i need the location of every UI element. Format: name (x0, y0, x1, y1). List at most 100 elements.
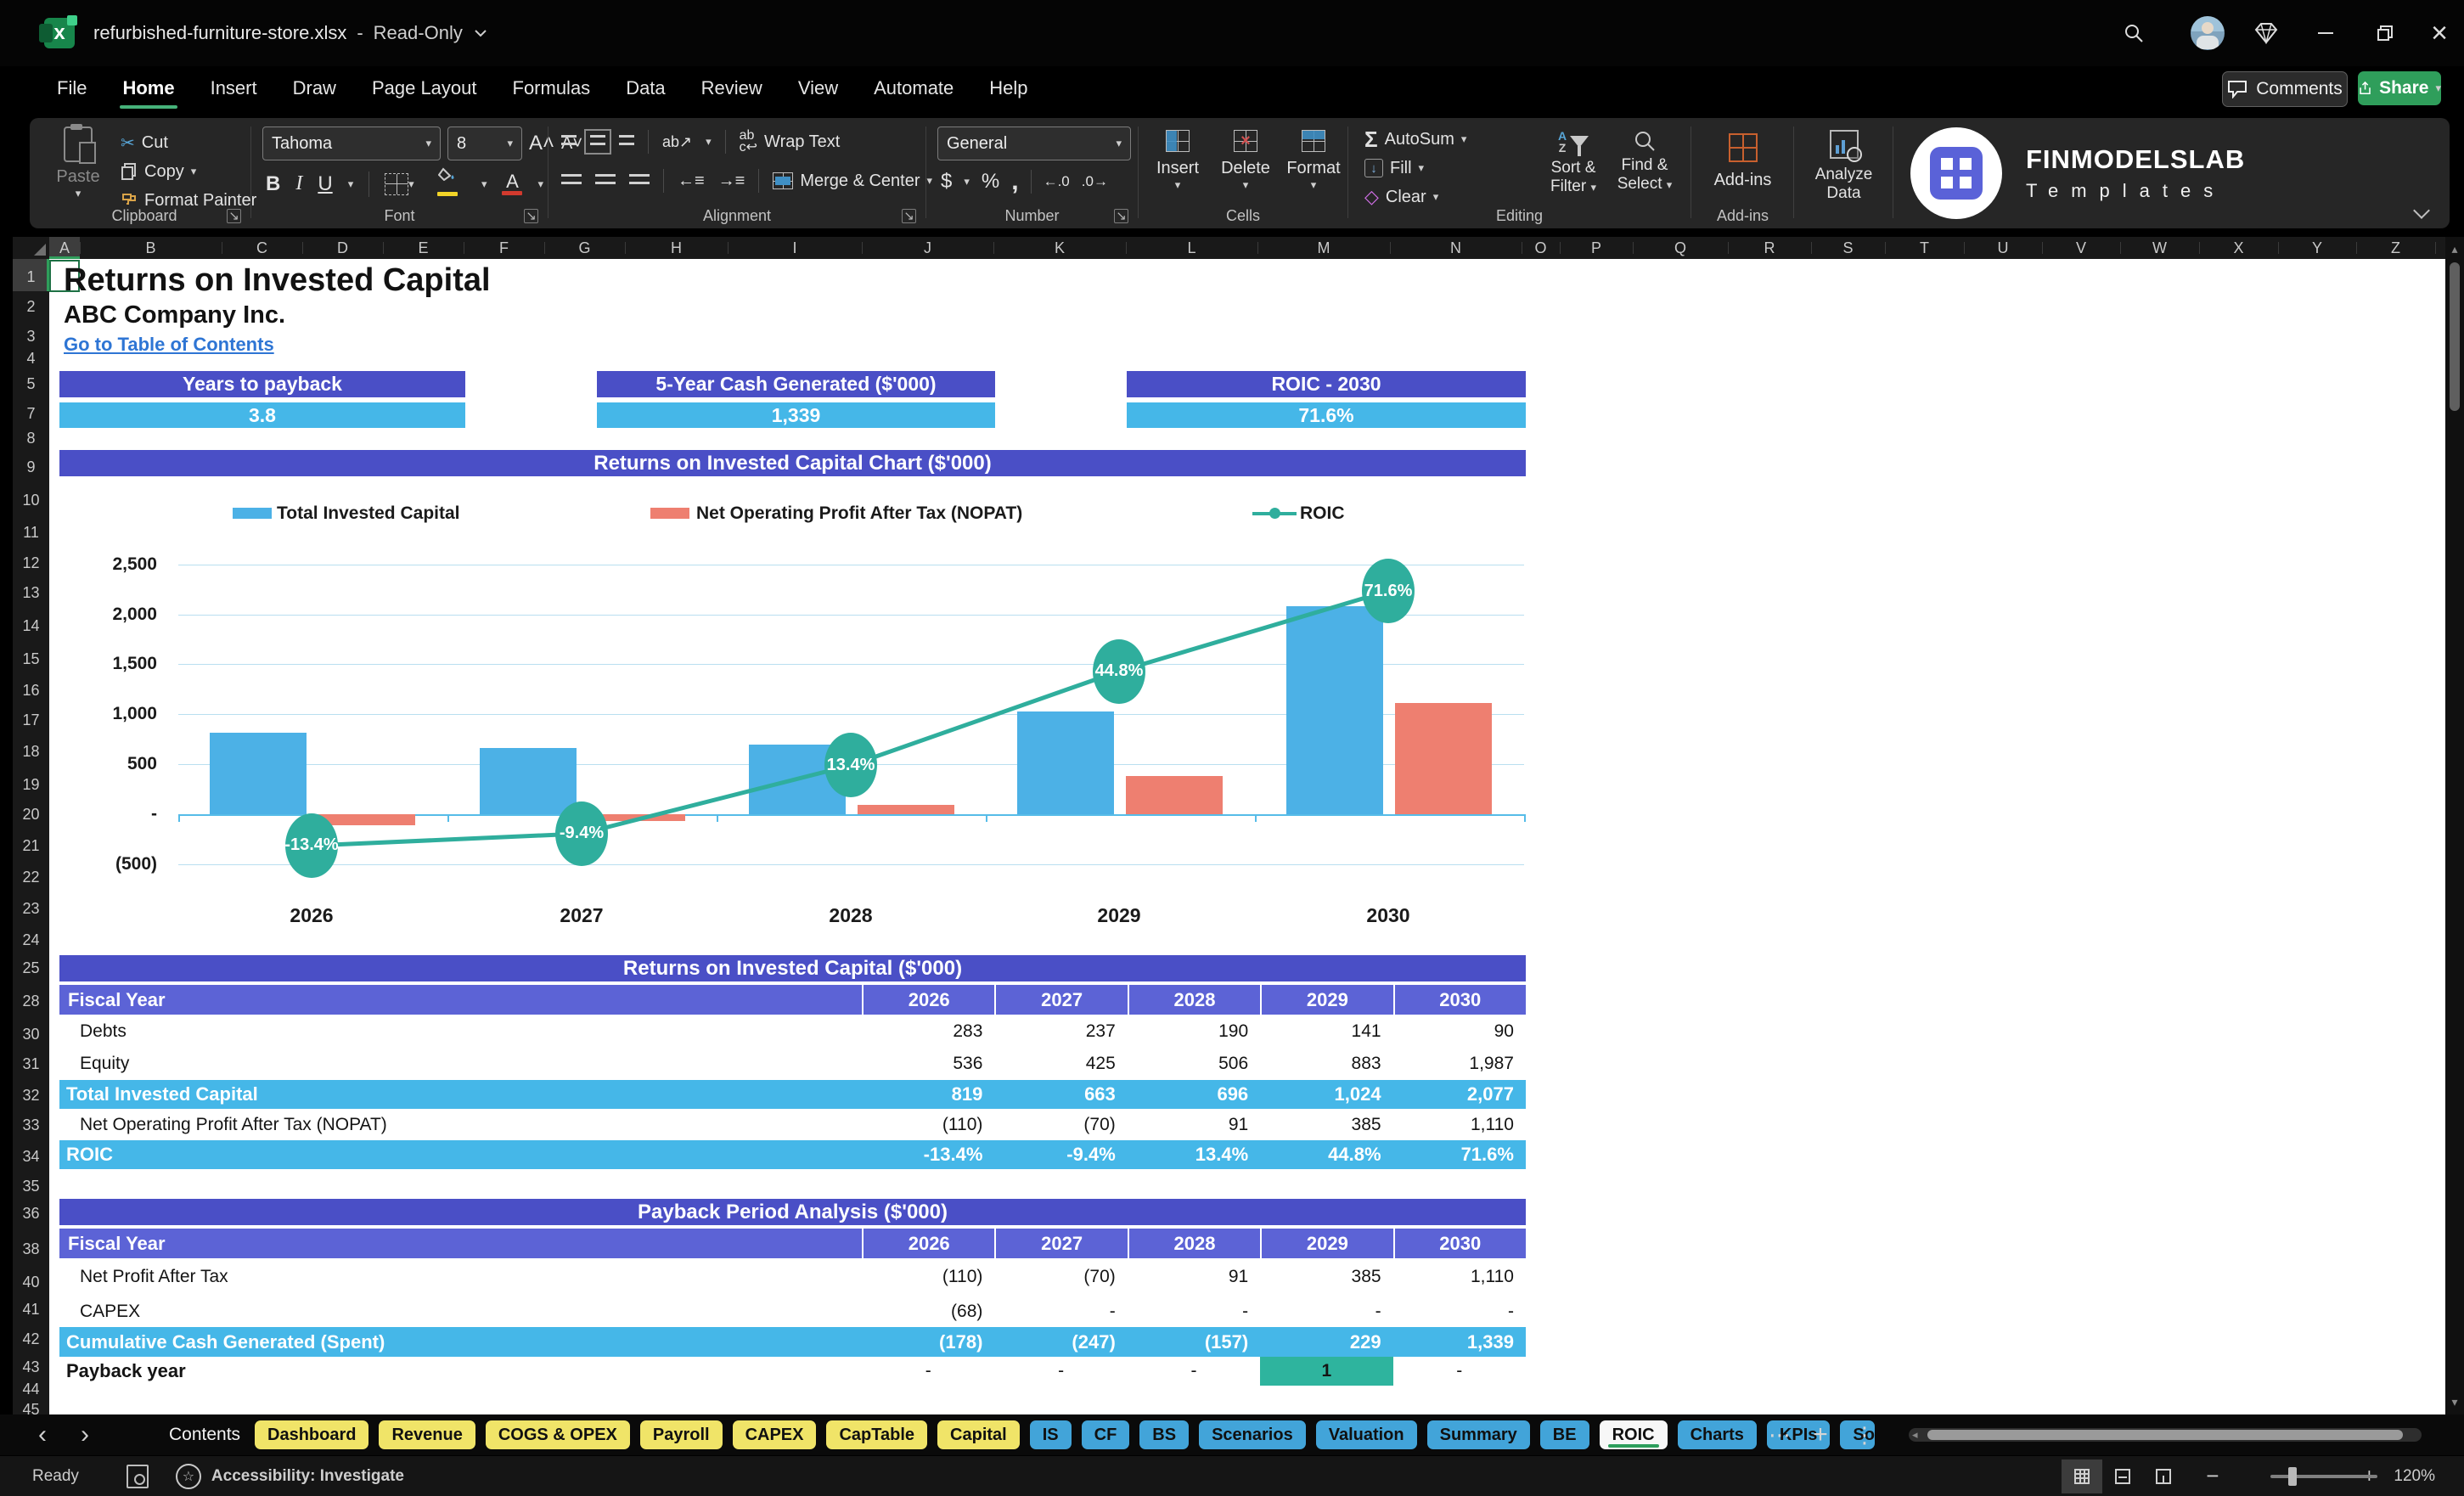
row-header-1[interactable]: 1 (13, 269, 49, 284)
table-of-contents-link[interactable]: Go to Table of Contents (64, 334, 274, 356)
add-sheet-button[interactable]: + (1803, 1414, 1837, 1455)
sheet-tab-scenarios[interactable]: Scenarios (1199, 1420, 1306, 1449)
row-header-4[interactable]: 4 (13, 351, 49, 366)
row-header-30[interactable]: 30 (13, 1026, 49, 1042)
column-header-l[interactable]: L (1126, 237, 1257, 259)
row-header-8[interactable]: 8 (13, 430, 49, 446)
delete-cells-button[interactable]: × Delete ▾ (1216, 130, 1275, 192)
bold-button[interactable]: B (266, 172, 280, 196)
column-header-c[interactable]: C (222, 237, 302, 259)
horizontal-scrollbar[interactable]: ◂ (1909, 1428, 2422, 1442)
borders-button[interactable]: ▾ (385, 172, 414, 195)
number-format-select[interactable]: General ▾ (937, 127, 1131, 160)
row-header-15[interactable]: 15 (13, 651, 49, 666)
row-header-2[interactable]: 2 (13, 299, 49, 314)
decrease-decimal-button[interactable]: .0→ (1082, 173, 1108, 190)
column-header-r[interactable]: R (1728, 237, 1811, 259)
font-color-button[interactable]: A (502, 172, 523, 195)
align-left-button[interactable] (561, 174, 582, 188)
zoom-slider-thumb[interactable] (2288, 1467, 2297, 1486)
column-header-g[interactable]: G (544, 237, 625, 259)
menu-tab-help[interactable]: Help (971, 66, 1045, 110)
column-header-v[interactable]: V (2042, 237, 2120, 259)
row-header-43[interactable]: 43 (13, 1359, 49, 1375)
select-all-corner[interactable] (13, 237, 49, 259)
increase-decimal-button[interactable]: ←.0 (1044, 173, 1070, 190)
menu-tab-view[interactable]: View (780, 66, 856, 110)
menu-tab-page-layout[interactable]: Page Layout (354, 66, 495, 110)
row-header-28[interactable]: 28 (13, 993, 49, 1009)
paste-button[interactable]: Paste ▾ (48, 124, 109, 200)
zoom-out-button[interactable]: − (2206, 1463, 2219, 1489)
column-header-d[interactable]: D (302, 237, 383, 259)
tabs-scroll-left-icon[interactable]: ‹ (25, 1414, 59, 1455)
fill-color-button[interactable] (430, 167, 466, 200)
user-avatar[interactable] (2191, 16, 2225, 50)
analyze-data-button[interactable]: Analyze Data (1798, 130, 1889, 203)
minimize-button[interactable] (2308, 15, 2343, 51)
scroll-down-arrow-icon[interactable]: ▾ (2445, 1395, 2464, 1409)
row-header-22[interactable]: 22 (13, 869, 49, 885)
row-header-13[interactable]: 13 (13, 585, 49, 600)
column-header-w[interactable]: W (2120, 237, 2199, 259)
row-header-20[interactable]: 20 (13, 807, 49, 822)
column-header-k[interactable]: K (993, 237, 1126, 259)
percent-format-button[interactable]: % (982, 170, 999, 194)
increase-indent-button[interactable]: →≡ (718, 172, 745, 191)
column-header-p[interactable]: P (1560, 237, 1633, 259)
page-layout-view-button[interactable] (2102, 1459, 2143, 1493)
normal-view-button[interactable] (2062, 1459, 2103, 1493)
column-header-e[interactable]: E (383, 237, 464, 259)
column-header-o[interactable]: O (1522, 237, 1560, 259)
column-header-t[interactable]: T (1885, 237, 1964, 259)
clipboard-dialog-launcher[interactable]: ↘ (227, 209, 241, 223)
row-header-16[interactable]: 16 (13, 683, 49, 698)
row-header-40[interactable]: 40 (13, 1274, 49, 1290)
alignment-dialog-launcher[interactable]: ↘ (902, 209, 916, 223)
sheet-tab-roic[interactable]: ROIC (1599, 1420, 1668, 1449)
sheet-canvas[interactable]: Returns on Invested Capital ABC Company … (49, 259, 2445, 1414)
menu-tab-formulas[interactable]: Formulas (495, 66, 609, 110)
menu-tab-review[interactable]: Review (684, 66, 780, 110)
column-header-i[interactable]: I (728, 237, 862, 259)
italic-button[interactable]: I (295, 172, 302, 195)
sheet-tab-summary[interactable]: Summary (1426, 1420, 1530, 1449)
menu-tab-insert[interactable]: Insert (193, 66, 275, 110)
row-header-31[interactable]: 31 (13, 1056, 49, 1071)
row-header-24[interactable]: 24 (13, 932, 49, 948)
decrease-indent-button[interactable]: ←≡ (678, 172, 705, 191)
row-header-23[interactable]: 23 (13, 901, 49, 916)
column-header-b[interactable]: B (80, 237, 222, 259)
menu-tab-draw[interactable]: Draw (275, 66, 354, 110)
row-header-11[interactable]: 11 (13, 525, 49, 540)
row-header-41[interactable]: 41 (13, 1302, 49, 1317)
close-button[interactable]: × (2422, 15, 2457, 51)
autosum-button[interactable]: Σ AutoSum ▾ (1359, 125, 1471, 154)
font-family-select[interactable]: Tahoma ▾ (262, 127, 441, 160)
row-header-12[interactable]: 12 (13, 555, 49, 571)
column-header-f[interactable]: F (464, 237, 544, 259)
sheet-tab-bs[interactable]: BS (1139, 1420, 1190, 1449)
align-bottom-button[interactable] (619, 135, 634, 149)
vertical-scrollbar[interactable]: ▴ ▾ (2445, 237, 2464, 1414)
share-button[interactable]: Share ▾ (2358, 71, 2441, 105)
row-header-5[interactable]: 5 (13, 376, 49, 391)
row-header-32[interactable]: 32 (13, 1088, 49, 1103)
row-header-10[interactable]: 10 (13, 492, 49, 508)
tabs-scroll-right-icon[interactable]: › (68, 1414, 102, 1455)
horizontal-scrollbar-thumb[interactable] (1927, 1430, 2403, 1440)
row-header-14[interactable]: 14 (13, 618, 49, 633)
restore-button[interactable] (2367, 15, 2403, 51)
sheet-tab-dashboard[interactable]: Dashboard (255, 1420, 369, 1449)
sheet-tab-is[interactable]: IS (1029, 1420, 1072, 1449)
sheet-tab-contents[interactable]: Contents (157, 1414, 252, 1455)
cut-button[interactable]: ✂ Cut (115, 128, 262, 157)
tab-options-button[interactable]: ⋮ (1848, 1414, 1882, 1455)
sheet-tab-capex[interactable]: CAPEX (732, 1420, 817, 1449)
sheet-tab-valuation[interactable]: Valuation (1315, 1420, 1417, 1449)
number-dialog-launcher[interactable]: ↘ (1114, 209, 1128, 223)
sheet-tab-cogs-opex[interactable]: COGS & OPEX (485, 1420, 630, 1449)
row-header-18[interactable]: 18 (13, 744, 49, 759)
column-header-u[interactable]: U (1964, 237, 2042, 259)
wrap-text-button[interactable]: ab c↩ Wrap Text (740, 129, 841, 155)
